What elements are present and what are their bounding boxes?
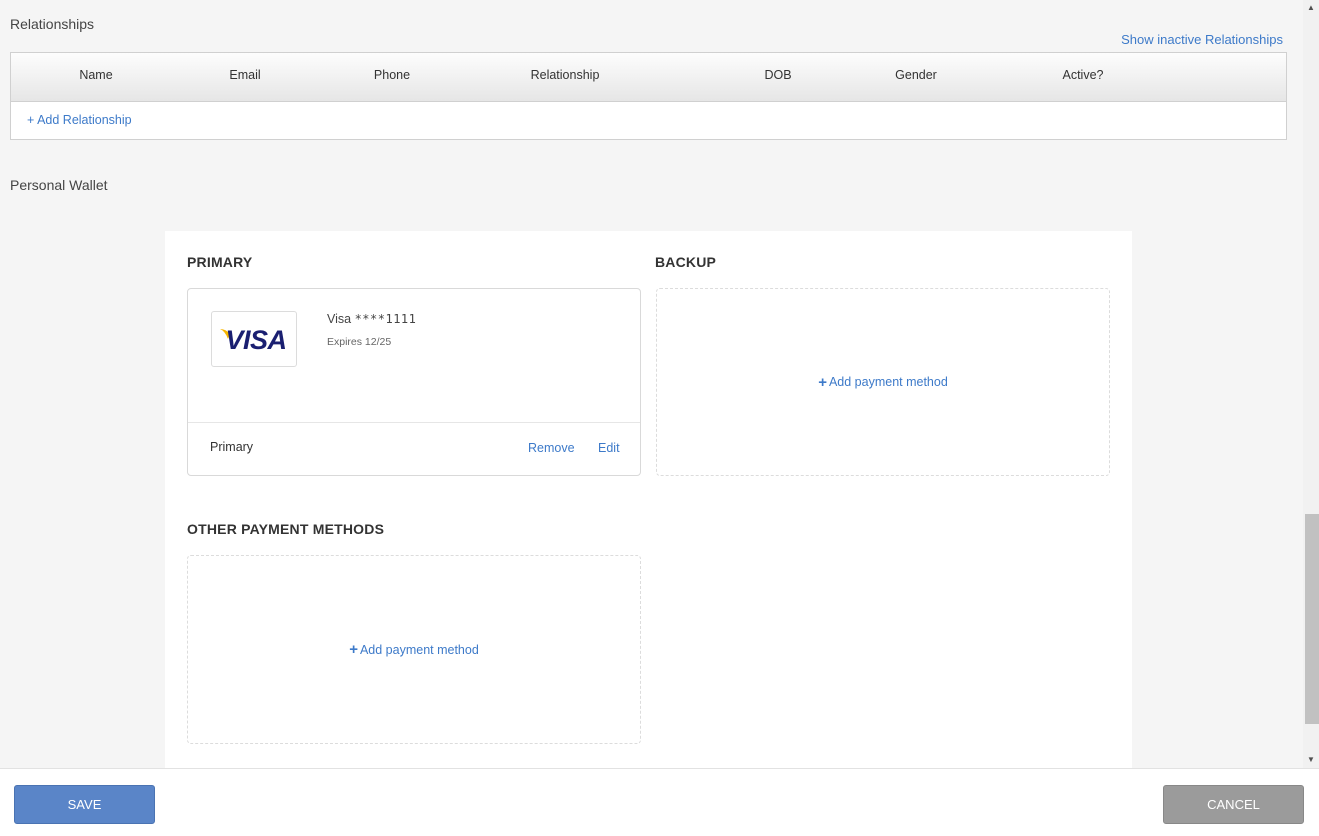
column-header-active[interactable]: Active?: [1063, 68, 1104, 82]
show-inactive-relationships-link[interactable]: Show inactive Relationships: [1121, 32, 1283, 47]
remove-card-link[interactable]: Remove: [528, 441, 575, 455]
column-header-name[interactable]: Name: [79, 68, 112, 82]
vertical-scrollbar[interactable]: ▲ ▼: [1303, 0, 1319, 768]
card-description: Visa ****1111: [327, 312, 416, 326]
card-brand: Visa: [327, 312, 352, 326]
column-header-relationship[interactable]: Relationship: [531, 68, 600, 82]
backup-payment-slot: + Add payment method: [656, 288, 1110, 476]
primary-payment-card: VISA Visa ****1111 Expires 12/25 Primary…: [187, 288, 641, 476]
plus-icon: +: [349, 641, 358, 658]
card-status-label: Primary: [210, 440, 254, 454]
scroll-up-arrow-icon[interactable]: ▲: [1303, 0, 1319, 16]
card-divider: [188, 422, 640, 423]
add-payment-method-label: Add payment method: [359, 642, 479, 657]
card-expiry: Expires 12/25: [327, 336, 392, 348]
other-payment-methods-heading: OTHER PAYMENT METHODS: [187, 521, 385, 537]
cancel-button[interactable]: CANCEL: [1163, 785, 1304, 824]
plus-icon: +: [818, 373, 827, 391]
edit-card-link[interactable]: Edit: [598, 441, 620, 455]
visa-logo-icon: VISA: [211, 311, 297, 367]
relationships-table: Name Email Phone Relationship DOB Gender…: [10, 52, 1287, 140]
add-other-payment-method-link[interactable]: + Add payment method: [349, 642, 479, 657]
column-header-email[interactable]: Email: [229, 68, 260, 82]
personal-wallet-title: Personal Wallet: [10, 177, 108, 193]
footer-bar: SAVE CANCEL: [0, 768, 1319, 836]
main-content: Relationships Show inactive Relationship…: [0, 0, 1303, 768]
add-relationship-link[interactable]: + Add Relationship: [27, 113, 132, 127]
add-payment-method-label: Add payment method: [828, 375, 948, 389]
column-header-dob[interactable]: DOB: [764, 68, 791, 82]
primary-heading: PRIMARY: [187, 254, 253, 270]
add-backup-payment-method-link[interactable]: + Add payment method: [818, 375, 948, 390]
scrollbar-thumb[interactable]: [1305, 514, 1319, 724]
wallet-panel: PRIMARY BACKUP VISA Visa ****1111 Expire…: [165, 231, 1132, 768]
backup-heading: BACKUP: [655, 254, 717, 270]
column-header-phone[interactable]: Phone: [374, 68, 410, 82]
scroll-down-arrow-icon[interactable]: ▼: [1303, 752, 1319, 768]
card-number: ****1111: [354, 312, 417, 326]
column-header-gender[interactable]: Gender: [895, 68, 937, 82]
save-button[interactable]: SAVE: [14, 785, 155, 824]
svg-text:VISA: VISA: [225, 325, 286, 355]
relationships-title: Relationships: [10, 16, 95, 32]
other-payment-slot: + Add payment method: [187, 555, 641, 744]
relationships-table-header: Name Email Phone Relationship DOB Gender…: [11, 53, 1286, 102]
